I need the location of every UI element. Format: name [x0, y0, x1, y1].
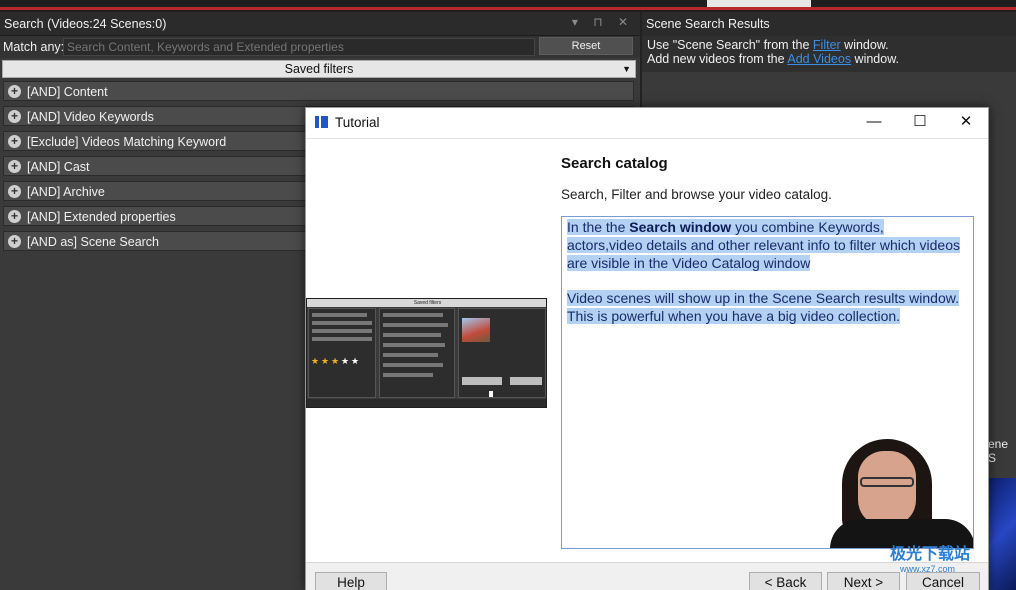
maximize-button[interactable]: ☐ — [897, 108, 943, 138]
preview-line — [383, 363, 443, 367]
expand-plus-icon[interactable]: + — [8, 110, 21, 123]
expand-plus-icon[interactable]: + — [8, 210, 21, 223]
tutorial-text-area[interactable]: In the the Search window you combine Key… — [561, 216, 974, 549]
video-thumbnail[interactable] — [988, 478, 1016, 590]
info-text: window. — [851, 52, 900, 66]
tutorial-subheading: Search, Filter and browse your video cat… — [561, 187, 832, 202]
info-text: window. — [840, 38, 889, 52]
tutorial-dialog: Tutorial — ☐ ✕ Saved filters ★ ★ ★ ★ ★ S… — [305, 107, 989, 590]
preview-line — [312, 321, 372, 325]
filter-label: [AND as] Scene Search — [27, 235, 160, 249]
filter-content[interactable]: + [AND] Content — [3, 81, 634, 101]
back-button[interactable]: < Back — [749, 572, 822, 590]
info-line-1: Use "Scene Search" from the Filter windo… — [647, 38, 1016, 52]
presenter-glasses — [860, 477, 914, 487]
top-strip — [0, 0, 1016, 12]
preview-line — [383, 373, 433, 377]
tutorial-preview-image: Saved filters ★ ★ ★ ★ ★ — [306, 298, 547, 408]
search-input[interactable] — [63, 38, 535, 56]
filter-label: [AND] Cast — [27, 160, 90, 174]
presenter-webcam — [830, 439, 973, 548]
add-videos-link[interactable]: Add Videos — [787, 52, 851, 66]
preview-line — [312, 313, 367, 317]
selected-text: Video scenes will show up in the Scene S… — [567, 290, 959, 324]
search-panel-header: Search (Videos:24 Scenes:0) ▾ ⊓ ✕ — [0, 12, 640, 36]
tutorial-paragraph-2: Video scenes will show up in the Scene S… — [567, 289, 962, 325]
filter-link[interactable]: Filter — [813, 38, 841, 52]
preview-footer — [307, 399, 546, 407]
star-icon: ★ — [351, 356, 360, 366]
preview-thumbnail — [462, 318, 490, 342]
minimize-button[interactable]: — — [851, 108, 897, 138]
expand-plus-icon[interactable]: + — [8, 160, 21, 173]
preview-button — [510, 377, 542, 385]
expand-plus-icon[interactable]: + — [8, 235, 21, 248]
preview-button — [462, 377, 502, 385]
search-panel-title: Search (Videos:24 Scenes:0) — [4, 17, 167, 31]
preview-line — [383, 333, 441, 337]
panel-window-controls[interactable]: ▾ ⊓ ✕ — [572, 15, 634, 29]
preview-line — [383, 313, 443, 317]
para-text: In the the — [567, 219, 630, 235]
watermark-logo: 极光下载站 www.xz7.com — [890, 540, 970, 574]
tutorial-paragraph-1: In the the Search window you combine Key… — [567, 218, 962, 272]
accent-line — [0, 7, 1016, 10]
preview-line — [383, 323, 448, 327]
selected-text: In the the Search window you combine Key… — [567, 219, 960, 271]
filter-label: [AND] Extended properties — [27, 210, 176, 224]
preview-line — [383, 353, 438, 357]
filter-label: [AND] Video Keywords — [27, 110, 154, 124]
preview-line — [312, 329, 372, 333]
dialog-titlebar: Tutorial — ☐ ✕ — [306, 108, 988, 138]
filter-label: [AND] Content — [27, 85, 108, 99]
scene-panel-edge-text: ene S — [988, 437, 1009, 465]
tutorial-heading: Search catalog — [561, 155, 668, 172]
watermark-url: www.xz7.com — [900, 564, 956, 574]
info-text: Use "Scene Search" from the — [647, 38, 813, 52]
filter-label: [AND] Archive — [27, 185, 105, 199]
dialog-footer: Help < Back Next > Cancel — [306, 562, 988, 590]
expand-plus-icon[interactable]: + — [8, 85, 21, 98]
star-icon: ★ — [331, 356, 340, 366]
presenter-face — [858, 451, 916, 526]
top-tab[interactable] — [707, 0, 811, 7]
next-button[interactable]: Next > — [827, 572, 900, 590]
star-icon: ★ — [321, 356, 330, 366]
filter-label: [Exclude] Videos Matching Keyword — [27, 135, 227, 149]
saved-filters-label: Saved filters — [284, 62, 354, 76]
preview-line — [312, 337, 372, 341]
star-icon: ★ — [341, 356, 350, 366]
cursor-icon — [489, 391, 493, 397]
app-icon — [315, 116, 328, 128]
close-button[interactable]: ✕ — [943, 108, 989, 138]
dialog-body: Saved filters ★ ★ ★ ★ ★ Search catalog S… — [306, 138, 988, 562]
info-line-2: Add new videos from the Add Videos windo… — [647, 52, 1016, 66]
chevron-down-icon: ▼ — [622, 64, 631, 74]
saved-filters-dropdown[interactable]: Saved filters ▼ — [2, 60, 636, 78]
dialog-title: Tutorial — [335, 115, 380, 130]
scene-results-info: Use "Scene Search" from the Filter windo… — [642, 36, 1016, 72]
help-button[interactable]: Help — [315, 572, 387, 590]
scene-results-header: Scene Search Results — [642, 12, 1016, 36]
star-icon: ★ — [311, 356, 320, 366]
reset-button[interactable]: Reset — [539, 37, 633, 55]
preview-line — [383, 343, 445, 347]
info-text: Add new videos from the — [647, 52, 788, 66]
expand-plus-icon[interactable]: + — [8, 185, 21, 198]
scene-results-title: Scene Search Results — [646, 17, 770, 31]
watermark-brand: 极光下载站 — [890, 546, 971, 563]
expand-plus-icon[interactable]: + — [8, 135, 21, 148]
para-bold-text: Search window — [629, 219, 732, 235]
preview-bar: Saved filters — [307, 299, 546, 307]
match-row: Match any: Reset — [0, 36, 640, 58]
cancel-button[interactable]: Cancel — [906, 572, 980, 590]
match-any-label: Match any: — [3, 40, 65, 54]
